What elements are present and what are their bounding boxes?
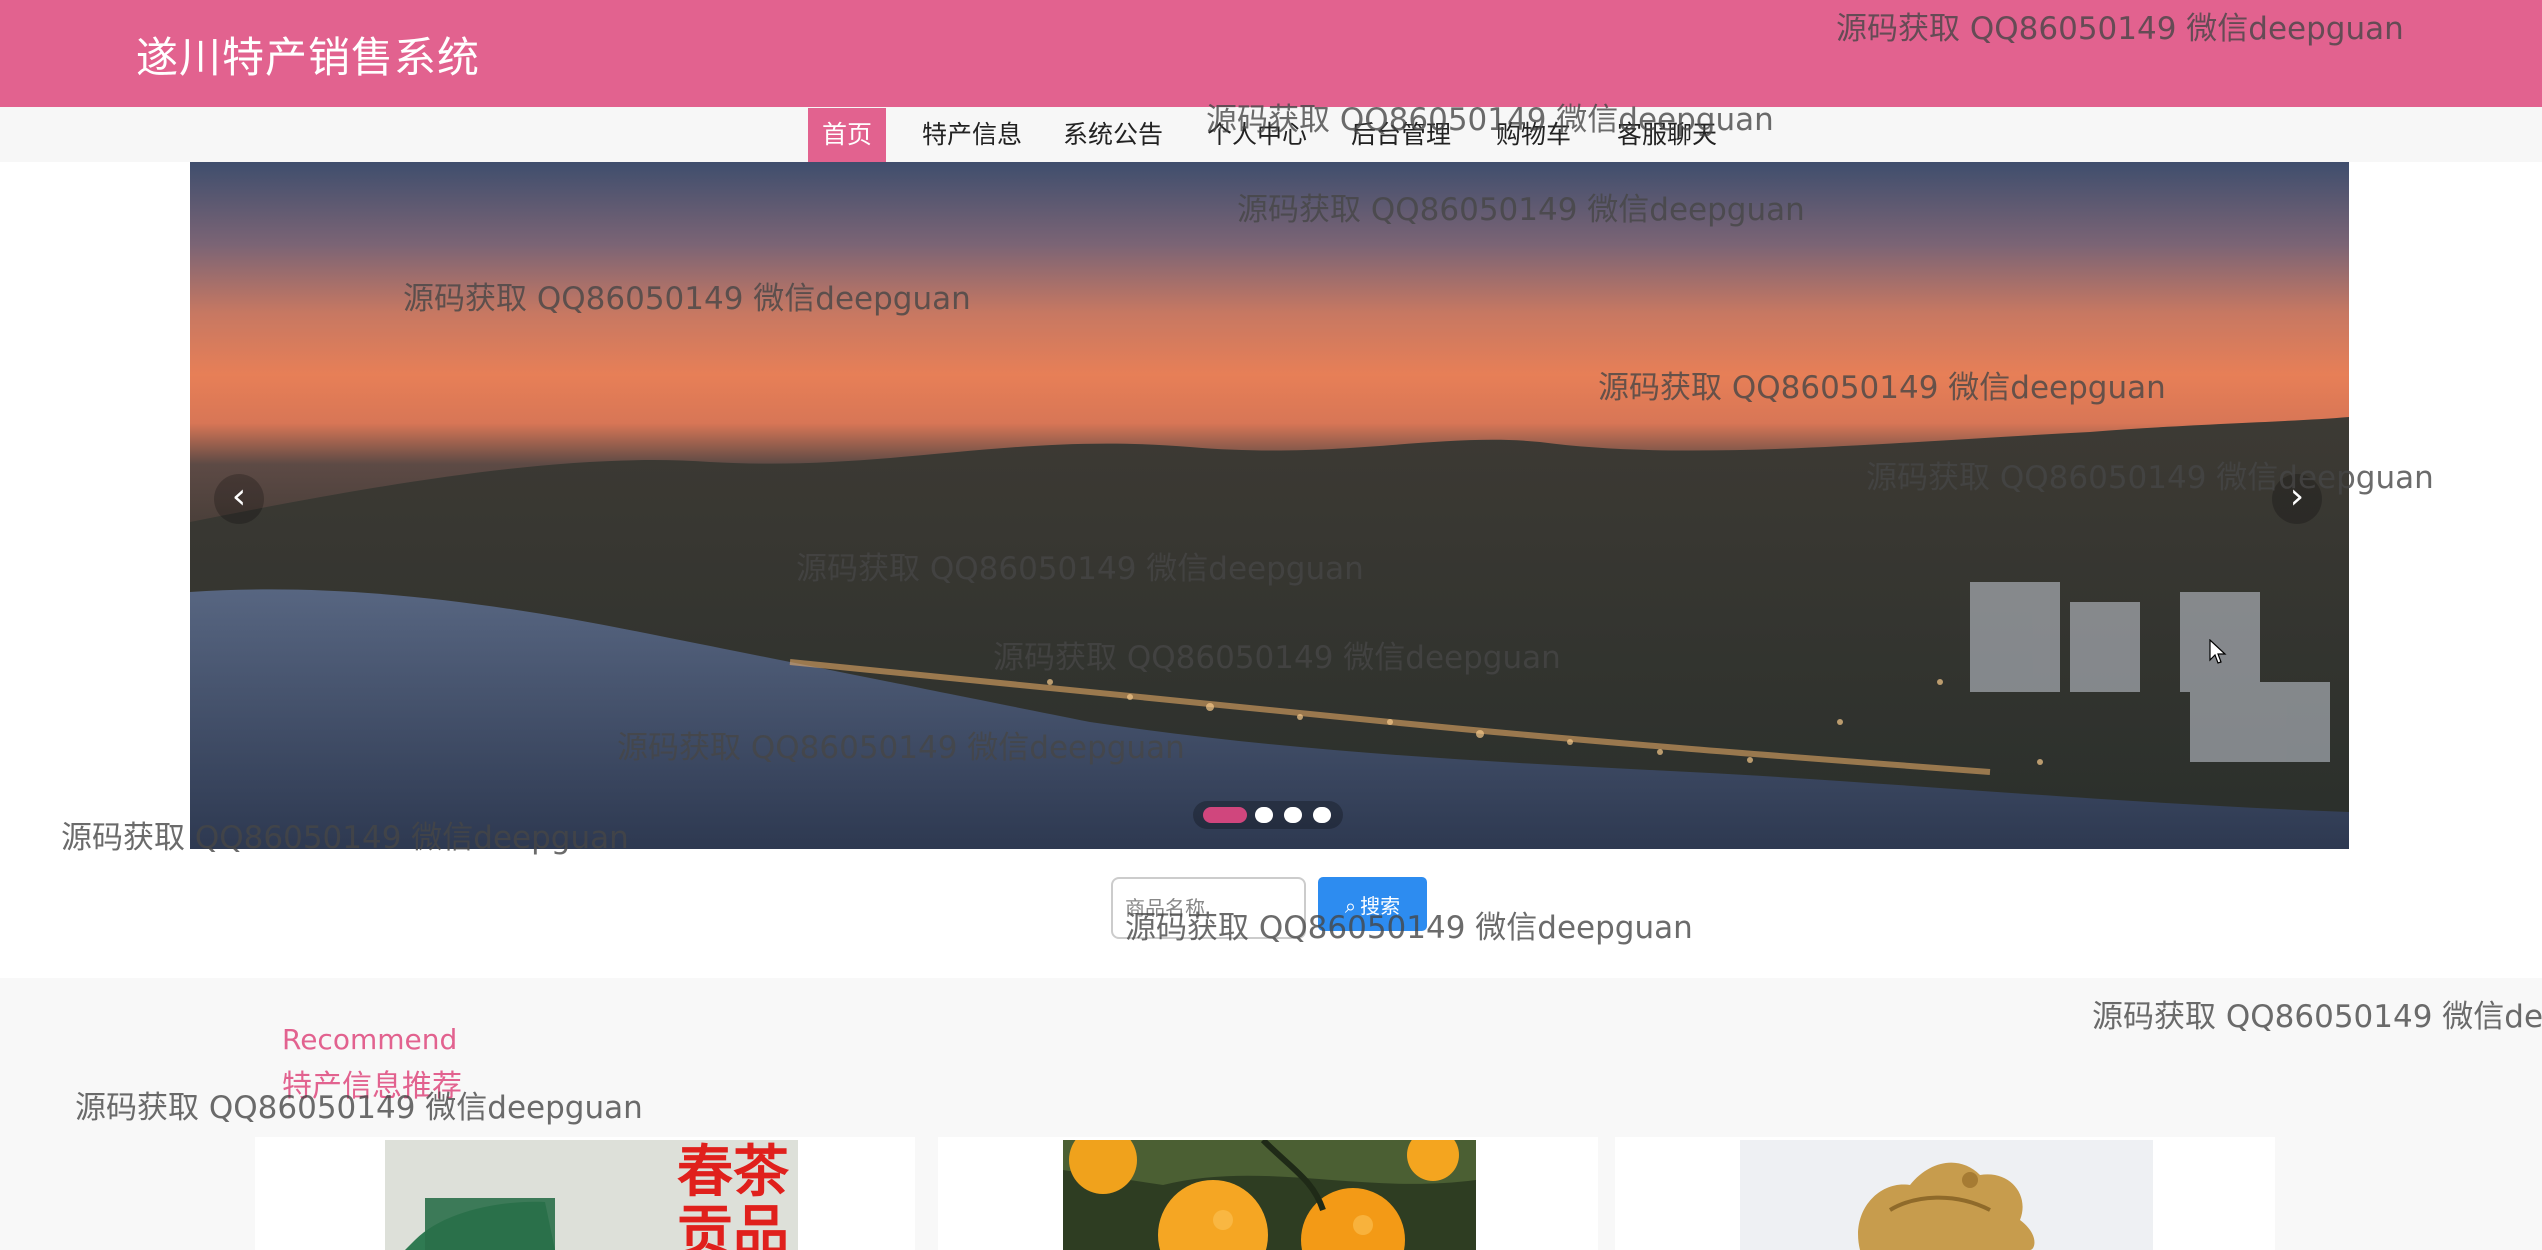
banner-carousel[interactable]: ‹ › <box>190 162 2349 849</box>
product-image-tea[interactable]: 春茶贡品 <box>385 1140 798 1250</box>
search-button[interactable]: ⌕ 搜索 <box>1318 877 1427 931</box>
carousel-indicators <box>1193 801 1343 829</box>
nav-item-customer-chat[interactable]: 客服聊天 <box>1617 108 1717 162</box>
carousel-dot-4[interactable] <box>1313 807 1331 823</box>
site-title: 遂川特产销售系统 <box>136 33 481 82</box>
nav-item-home[interactable]: 首页 <box>808 108 887 162</box>
carousel-dot-2[interactable] <box>1255 807 1273 823</box>
nav-item-products[interactable]: 特产信息 <box>922 108 1022 162</box>
chevron-left-icon: ‹ <box>231 476 247 517</box>
mouse-cursor-icon <box>2209 639 2227 664</box>
main-nav: 首页 特产信息 系统公告 个人中心 后台管理 购物车 客服聊天 <box>0 107 2542 162</box>
carousel-dot-3[interactable] <box>1284 807 1302 823</box>
product-image-ginger[interactable] <box>1740 1140 2153 1250</box>
recommend-title-en: Recommend <box>282 1023 458 1056</box>
nav-item-announcements[interactable]: 系统公告 <box>1063 108 1163 162</box>
nav-item-cart[interactable]: 购物车 <box>1496 108 1571 162</box>
product-image-oranges[interactable] <box>1063 1140 1476 1250</box>
nav-item-personal-center[interactable]: 个人中心 <box>1207 108 1307 162</box>
product-search-input[interactable] <box>1111 877 1306 939</box>
banner-image <box>190 417 2349 849</box>
chevron-right-icon: › <box>2289 476 2305 517</box>
tea-package-text: 春茶贡品 <box>677 1140 789 1250</box>
carousel-dot-1[interactable] <box>1203 807 1247 823</box>
carousel-prev-button[interactable]: ‹ <box>214 474 264 524</box>
recommend-title-cn: 特产信息推荐 <box>282 1069 462 1104</box>
header-bar: 遂川特产销售系统 <box>0 0 2542 107</box>
search-icon: ⌕ <box>1344 893 1357 918</box>
nav-item-admin[interactable]: 后台管理 <box>1351 108 1451 162</box>
page: 遂川特产销售系统 首页 特产信息 系统公告 个人中心 后台管理 购物车 客服聊天 <box>0 0 2542 1250</box>
carousel-next-button[interactable]: › <box>2272 474 2322 524</box>
